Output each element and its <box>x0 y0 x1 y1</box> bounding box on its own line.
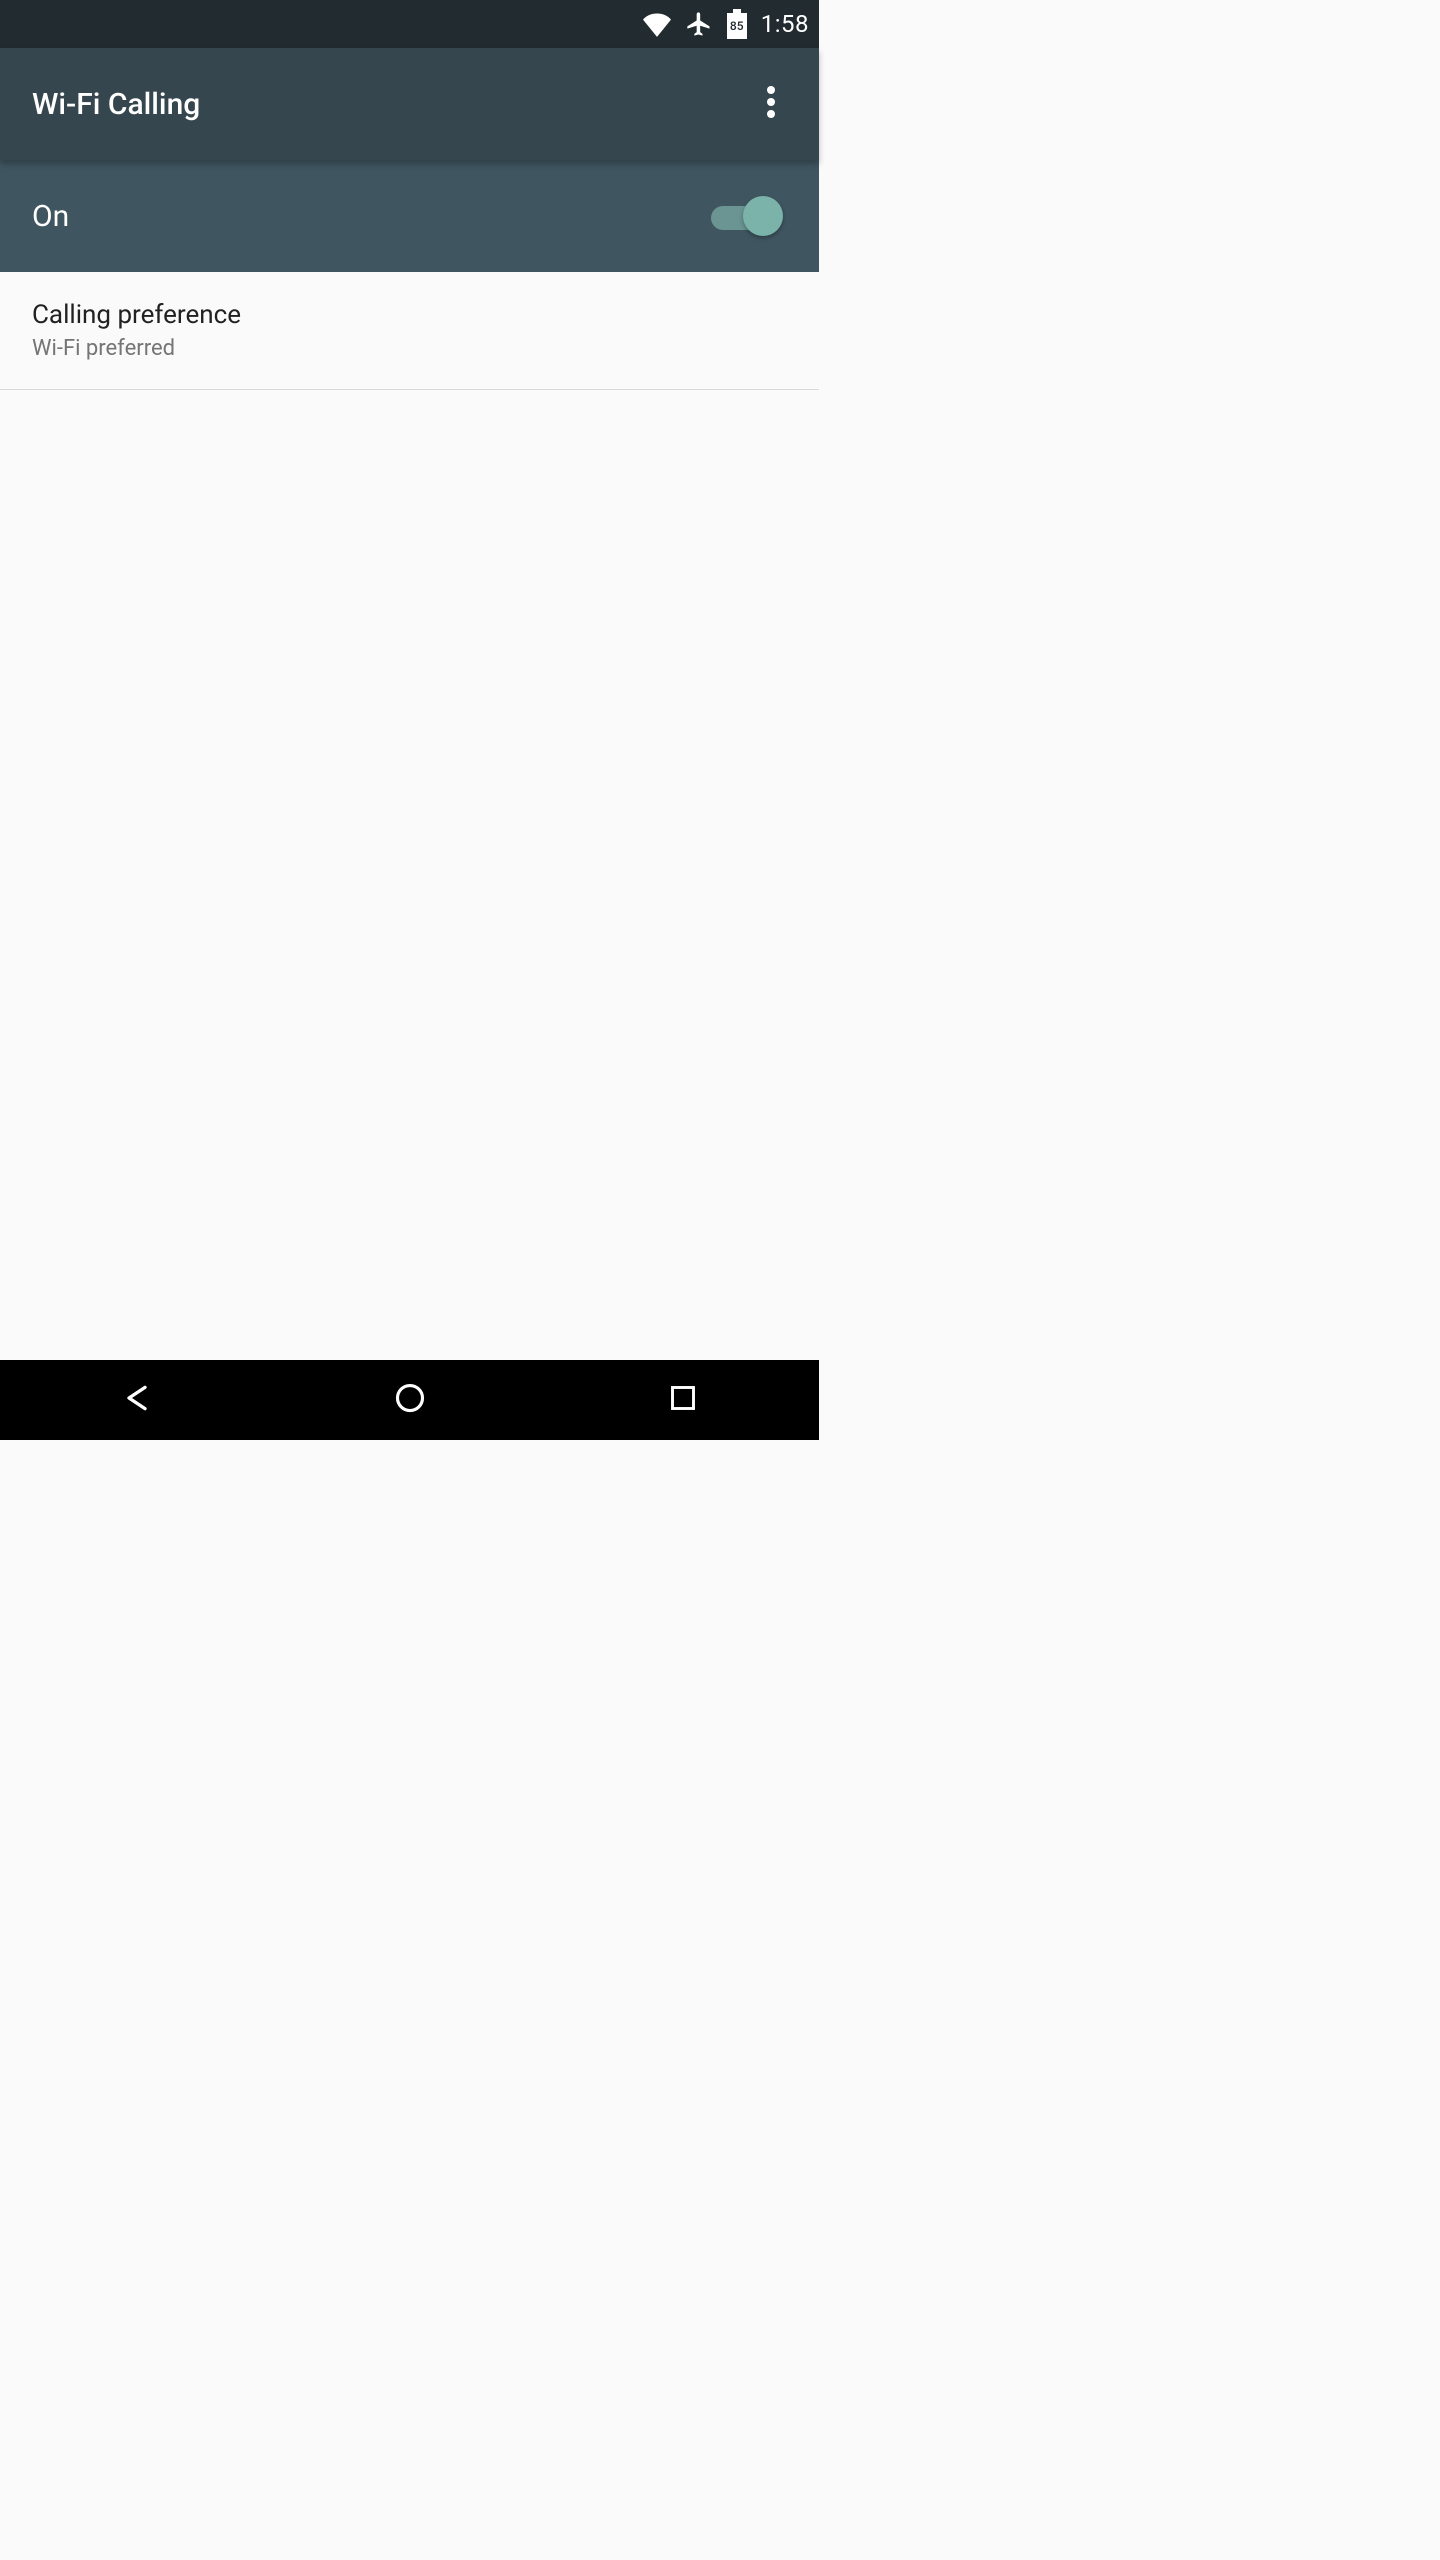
wifi-calling-master-toggle-row[interactable]: On <box>0 160 819 272</box>
navigation-bar <box>0 1360 819 1440</box>
wifi-icon <box>643 10 671 38</box>
status-bar: 85 1:58 <box>0 0 819 48</box>
recents-button[interactable] <box>653 1370 713 1430</box>
settings-list: Calling preference Wi-Fi preferred <box>0 272 819 1360</box>
overflow-menu-button[interactable] <box>747 80 795 128</box>
battery-icon: 85 <box>727 9 747 39</box>
setting-value: Wi-Fi preferred <box>32 336 787 361</box>
app-bar: Wi-Fi Calling <box>0 48 819 160</box>
setting-title: Calling preference <box>32 300 787 330</box>
home-icon <box>395 1383 425 1417</box>
page-title: Wi-Fi Calling <box>32 87 747 122</box>
toggle-thumb <box>743 196 783 236</box>
wifi-calling-toggle[interactable] <box>711 195 783 237</box>
recents-icon <box>669 1384 697 1416</box>
more-vert-icon <box>767 86 775 122</box>
back-button[interactable] <box>107 1370 167 1430</box>
battery-level: 85 <box>727 19 747 33</box>
back-icon <box>121 1382 153 1418</box>
status-clock: 1:58 <box>761 10 809 38</box>
screen-root: 85 1:58 Wi-Fi Calling On Calling prefere… <box>0 0 819 1440</box>
home-button[interactable] <box>380 1370 440 1430</box>
airplane-mode-icon <box>685 10 713 38</box>
wifi-calling-toggle-label: On <box>32 199 711 234</box>
calling-preference-item[interactable]: Calling preference Wi-Fi preferred <box>0 272 819 390</box>
